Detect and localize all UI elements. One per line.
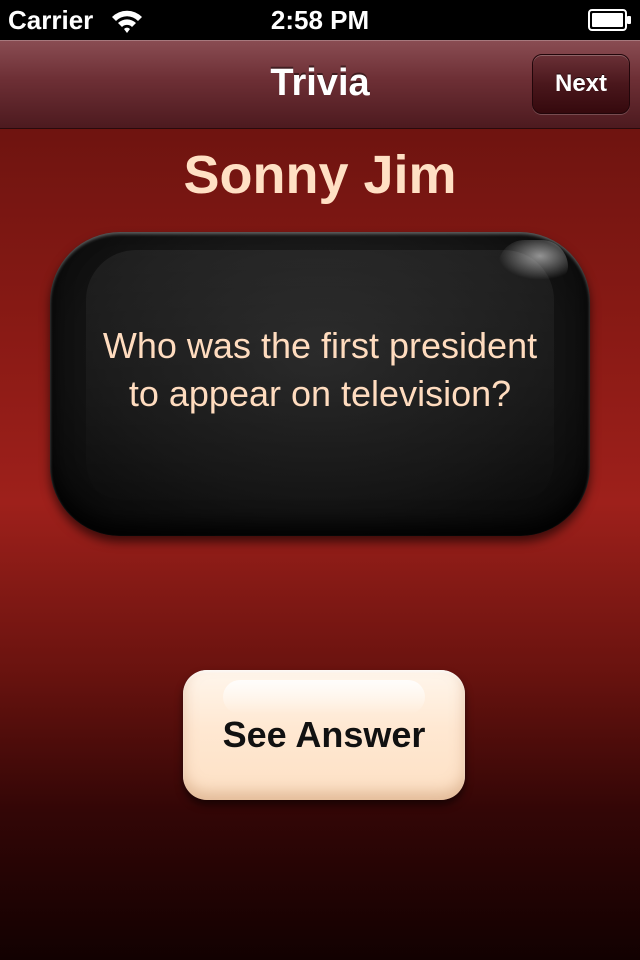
- question-card: Who was the first president to appear on…: [50, 232, 590, 536]
- see-answer-button[interactable]: See Answer: [183, 670, 465, 800]
- button-gloss: [223, 680, 425, 714]
- navigation-bar: Trivia Next: [0, 40, 640, 129]
- status-time: 2:58 PM: [270, 5, 370, 35]
- card-gloss: [498, 240, 568, 280]
- question-text: Who was the first president to appear on…: [102, 325, 538, 414]
- battery-icon: [588, 9, 631, 31]
- status-bar: Carrier 2:58 PM: [0, 0, 640, 40]
- player-name: Sonny Jim: [183, 145, 457, 205]
- main-content: Sonny Jim Who was the first president to…: [0, 129, 640, 960]
- next-button[interactable]: Next: [532, 54, 630, 114]
- see-answer-label: See Answer: [222, 714, 426, 755]
